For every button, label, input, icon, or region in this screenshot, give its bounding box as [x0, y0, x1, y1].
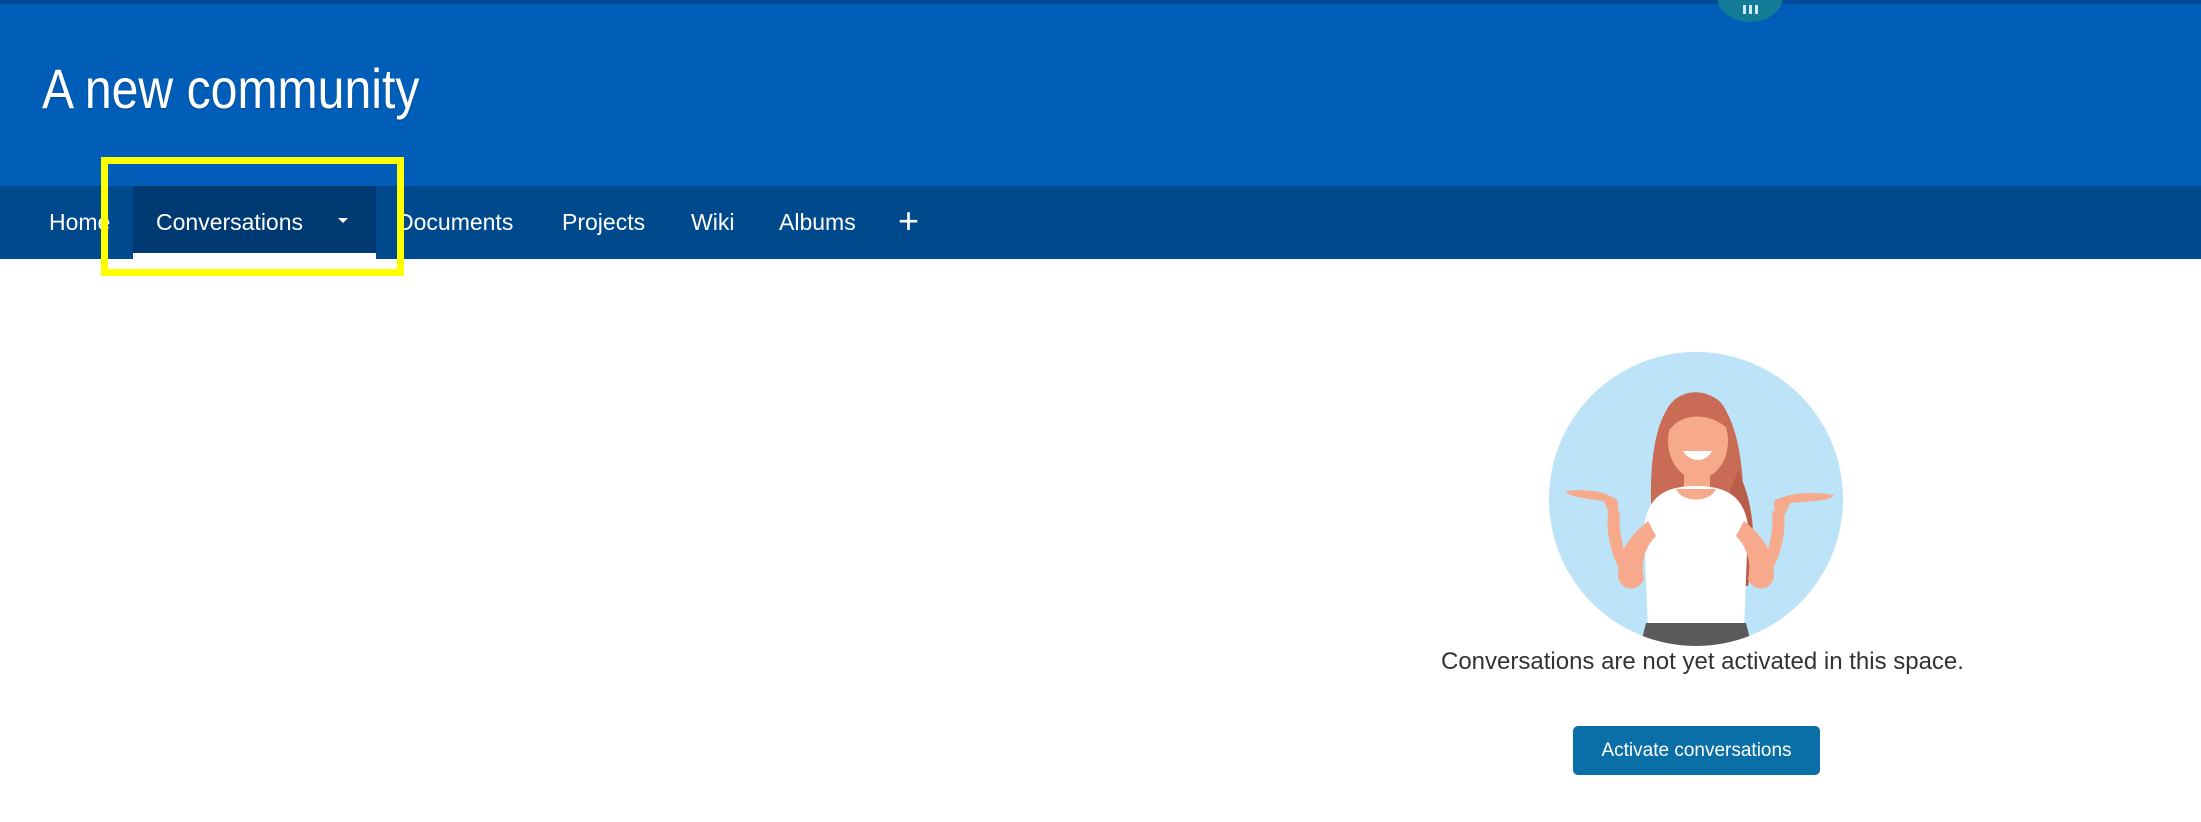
community-header-banner: A new community: [0, 0, 2201, 186]
add-tab-plus-icon[interactable]: +: [898, 184, 919, 257]
nav-tab-documents[interactable]: Documents: [397, 186, 513, 259]
launcher-bar: [1748, 5, 1752, 14]
nav-tab-home[interactable]: Home: [49, 186, 110, 259]
active-tab-underline: [133, 253, 376, 259]
page: A new community Home Conversations Docum…: [0, 0, 2201, 822]
grid-launcher-icon[interactable]: [1717, 0, 1783, 22]
nav-tab-conversations[interactable]: Conversations: [133, 186, 376, 259]
launcher-bar: [1754, 5, 1758, 14]
shrugging-woman-illustration: [1549, 352, 1843, 646]
nav-tab-conversations-label: Conversations: [156, 209, 304, 235]
space-navigation-bar: Home Conversations Documents Projects Wi…: [0, 186, 2201, 259]
launcher-bar: [1742, 5, 1746, 14]
activate-conversations-button[interactable]: Activate conversations: [1573, 726, 1820, 775]
nav-tab-albums[interactable]: Albums: [779, 186, 856, 259]
nav-tab-wiki[interactable]: Wiki: [691, 186, 734, 259]
banner-top-line: [0, 0, 2201, 4]
nav-tab-projects[interactable]: Projects: [562, 186, 645, 259]
empty-state-message: Conversations are not yet activated in t…: [1441, 648, 1964, 675]
community-title: A new community: [42, 57, 420, 120]
chevron-down-icon[interactable]: [338, 218, 348, 223]
